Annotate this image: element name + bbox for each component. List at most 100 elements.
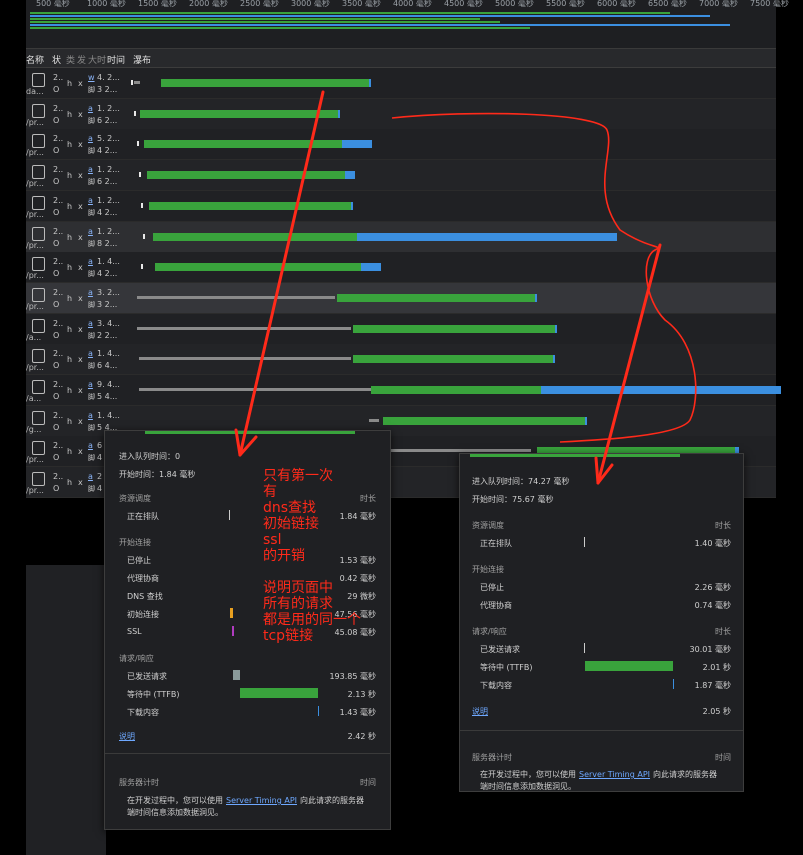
table-row[interactable]: /pr... 2.. Oh x a 脚 1. 4... 6 4... [26,344,776,376]
server-text-1: 在开发过程中，您可以使用 [127,796,223,805]
time: 1. 4... [97,410,120,420]
table-row[interactable]: /pr... 2.. Oh x a 脚 1. 2... 4 2... [26,190,776,222]
waterfall-cell[interactable] [131,222,776,252]
annotation-line: dns查找 [263,500,317,516]
overview-bar [30,24,730,26]
download-bar [345,171,355,180]
overview-tick-label: 2500 毫秒 [240,0,279,8]
duration-header: 时长 [715,521,731,530]
overview-tick-label: 500 毫秒 [36,0,70,8]
explain-link[interactable]: 说明 [472,706,488,717]
size-detail: 脚 [88,239,95,248]
status-code: 2.. [53,226,64,236]
waterfall-cell[interactable] [131,99,776,129]
waiting-bar [147,171,345,180]
file-icon [32,318,45,333]
status-text: O [53,115,60,125]
table-row[interactable]: /pr... 2.. Oh x a 脚 1. 2... 6 2... [26,160,776,192]
ttfb-label: 等待中 (TTFB) [127,690,180,699]
waterfall-cell[interactable] [131,375,781,405]
header-size[interactable]: 大 [88,53,97,66]
header-waterfall[interactable]: 瀑布 [133,53,151,66]
status-text: O [53,85,60,94]
time: 5. 2... [97,134,120,144]
ttfb-value: 2.01 秒 [702,663,731,672]
time: 1. 2... [97,195,120,205]
header-time-short[interactable]: 时 [97,53,106,66]
header-name[interactable]: 名称 [26,53,44,66]
waterfall-cell[interactable] [131,283,776,313]
status-code: 2.. [53,103,64,113]
header-status[interactable]: 状 [52,53,61,66]
started-at: 开始时间：1.84 毫秒 [119,470,196,479]
header-initiator[interactable]: 发 [77,53,86,66]
table-row[interactable]: /pr... 2.. Oh x a 脚 1. 2... 8 2... [26,221,776,253]
queueing-label: 正在排队 [127,512,159,521]
table-row[interactable]: /pr... 2.. Oh x a 脚 3. 2... 3 2... [26,282,776,314]
size: a [88,380,93,389]
time-detail: 4 [97,484,103,494]
header-type[interactable]: 类 [66,53,75,66]
status-code: 2.. [53,195,64,205]
table-row[interactable]: /pr... 2.. Oh x a 脚 5. 2... 4 2... [26,129,776,161]
initiator: x [78,478,83,488]
ttfb-value: 2.13 秒 [347,690,376,699]
size-detail: 脚 [88,116,95,125]
table-row[interactable]: /a... 2.. Oh x a 脚 3. 4... 2 2... [26,313,776,345]
waterfall-cell[interactable] [131,314,776,344]
section-request: 请求/响应 [119,654,154,663]
size-detail: 脚 [88,485,95,494]
table-row[interactable]: /pr... 2.. Oh x a 脚 1. 2... 6 2... [26,98,776,130]
request-name: /pr... [26,148,44,158]
status-code: 2.. [53,73,64,82]
request-name: /pr... [26,363,44,373]
waiting-bar [155,263,361,272]
table-row[interactable]: /a... 2.. Oh x a 脚 9. 4... 5 4... [26,375,781,406]
header-time[interactable]: 时间 [107,53,125,66]
server-timing-link[interactable]: Server Timing API [226,796,297,805]
download-bar [369,79,371,87]
server-timing-link[interactable]: Server Timing API [579,770,650,779]
type: h [67,109,73,119]
server-text-1: 在开发过程中，您可以使用 [480,770,576,779]
waiting-bar [144,140,342,149]
download-bar [342,140,372,149]
status-code: 2.. [53,165,64,175]
initiator: x [78,79,83,88]
waterfall-cell[interactable] [131,252,776,282]
type: h [67,416,73,426]
status-code: 2.. [53,380,64,389]
waterfall-cell[interactable] [131,129,776,159]
size-detail: 脚 [88,178,95,187]
overview-timeline[interactable]: 500 毫秒 1000 毫秒 1500 毫秒 2000 毫秒 2500 毫秒 3000 毫… [26,0,789,49]
file-icon [32,349,45,364]
size: a [88,226,93,236]
waterfall-cell[interactable] [131,68,776,98]
waiting-bar [161,79,369,87]
waiting-bar [153,232,357,241]
waterfall-cell[interactable] [131,191,776,221]
download-bar [585,416,587,425]
time: 1. 2... [97,165,120,175]
waterfall-cell[interactable] [131,344,776,374]
request-name: /pr... [26,117,44,127]
request-name: /pr... [26,271,44,281]
annotation-line: 所有的请求 [263,596,333,612]
explain-link[interactable]: 说明 [119,731,135,742]
queue-bar [139,388,371,391]
type: h [67,293,73,303]
waterfall-cell[interactable] [131,160,776,190]
table-row[interactable]: da... 2.. Oh x w 脚 4. 2... 3 2... [26,68,776,99]
waiting-bar [140,109,338,118]
download-bar [553,355,555,364]
table-row[interactable]: /pr... 2.. Oh x a 脚 1. 4... 4 2... [26,252,776,284]
status-text: O [53,207,60,217]
time: 3. 2... [97,287,120,297]
overview-bar [30,15,710,17]
proxy-label: 代理协商 [127,574,159,583]
request-name: /pr... [26,486,44,496]
start-marker [141,264,143,270]
server-text-3: 端时间信息添加数据洞见。 [127,808,223,817]
download-bar [318,706,319,716]
status-text: O [53,269,60,279]
